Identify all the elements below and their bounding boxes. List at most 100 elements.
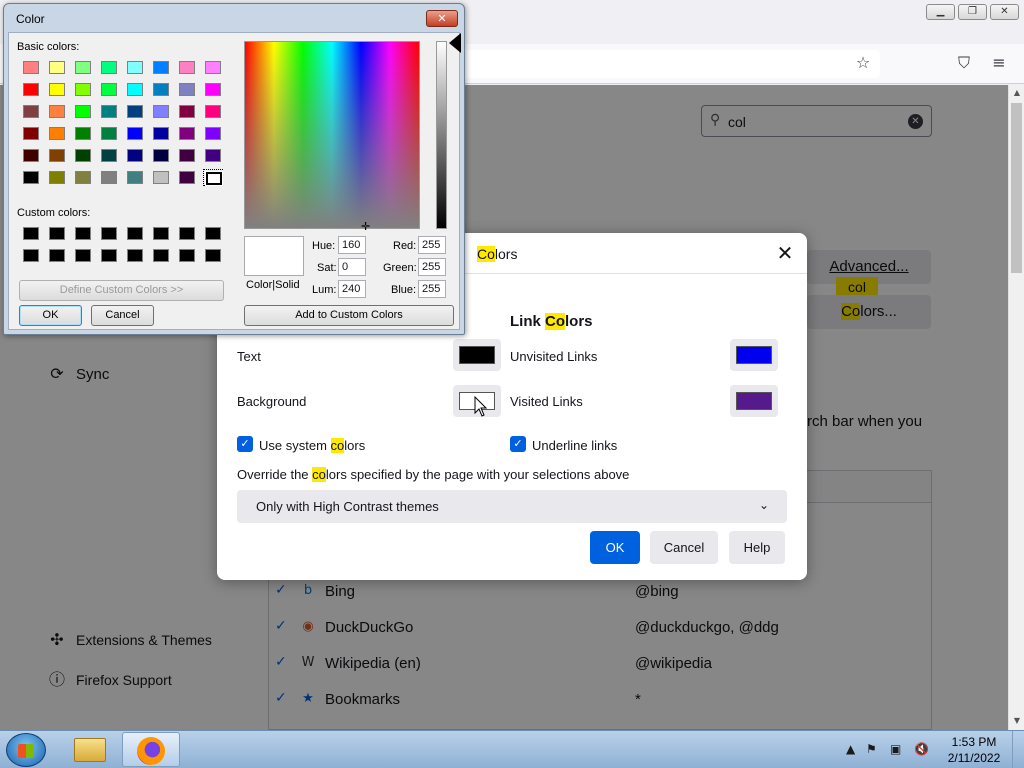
basic-color-swatch[interactable]: [47, 103, 67, 120]
use-system-colors-checkbox[interactable]: ✓: [237, 436, 253, 452]
basic-color-swatch[interactable]: [151, 103, 171, 120]
basic-color-swatch[interactable]: [125, 81, 145, 98]
add-to-custom-colors-button[interactable]: Add to Custom Colors: [244, 305, 454, 326]
custom-color-swatch[interactable]: [47, 225, 67, 242]
basic-color-swatch[interactable]: [203, 103, 223, 120]
custom-color-swatch[interactable]: [21, 247, 41, 264]
basic-color-swatch[interactable]: [73, 59, 93, 76]
custom-color-swatch[interactable]: [47, 247, 67, 264]
visited-color-button[interactable]: [730, 385, 778, 417]
basic-color-swatch[interactable]: [47, 147, 67, 164]
basic-color-swatch[interactable]: [203, 81, 223, 98]
basic-color-swatch[interactable]: [151, 59, 171, 76]
basic-color-swatch[interactable]: [125, 125, 145, 142]
ok-button[interactable]: OK: [19, 305, 82, 326]
text-color-button[interactable]: [453, 339, 501, 371]
unvisited-color-button[interactable]: [730, 339, 778, 371]
help-button[interactable]: Help: [729, 531, 785, 564]
basic-color-swatch[interactable]: [47, 81, 67, 98]
lum-field[interactable]: 240: [338, 280, 366, 298]
basic-color-swatch[interactable]: [73, 147, 93, 164]
custom-color-swatch[interactable]: [99, 247, 119, 264]
basic-color-swatch[interactable]: [177, 81, 197, 98]
taskbar-explorer[interactable]: [62, 732, 120, 767]
basic-color-swatch[interactable]: [73, 169, 93, 186]
pocket-icon[interactable]: ⛉: [953, 52, 975, 74]
close-icon[interactable]: ✕: [426, 10, 458, 27]
green-field[interactable]: 255: [418, 258, 446, 276]
basic-color-swatch[interactable]: [151, 125, 171, 142]
basic-color-swatch[interactable]: [151, 147, 171, 164]
basic-color-swatch[interactable]: [21, 59, 41, 76]
start-button[interactable]: [6, 733, 46, 767]
basic-color-swatch[interactable]: [125, 169, 145, 186]
basic-color-swatch[interactable]: [21, 169, 41, 186]
basic-color-swatch[interactable]: [99, 103, 119, 120]
basic-color-swatch[interactable]: [177, 125, 197, 142]
basic-color-swatch[interactable]: [47, 169, 67, 186]
define-custom-colors-button[interactable]: Define Custom Colors >>: [19, 280, 224, 301]
action-center-flag-icon[interactable]: ⚑: [866, 742, 877, 756]
basic-color-swatch[interactable]: [125, 103, 145, 120]
scroll-up-icon[interactable]: ▲: [1009, 85, 1024, 101]
blue-field[interactable]: 255: [418, 280, 446, 298]
basic-color-swatch[interactable]: [151, 169, 171, 186]
basic-color-swatch[interactable]: [203, 169, 223, 186]
luminosity-arrow-icon[interactable]: [449, 33, 461, 53]
basic-color-swatch[interactable]: [203, 147, 223, 164]
custom-color-swatch[interactable]: [177, 247, 197, 264]
taskbar-firefox[interactable]: [122, 732, 180, 767]
custom-color-swatch[interactable]: [177, 225, 197, 242]
hue-field[interactable]: 160: [338, 236, 366, 254]
ok-button[interactable]: OK: [590, 531, 640, 564]
color-spectrum[interactable]: ✛: [244, 41, 420, 233]
close-window-button[interactable]: ✕: [990, 4, 1019, 20]
basic-color-swatch[interactable]: [21, 125, 41, 142]
luminosity-slider[interactable]: [436, 41, 447, 229]
custom-color-swatch[interactable]: [151, 247, 171, 264]
basic-color-swatch[interactable]: [177, 59, 197, 76]
underline-links-checkbox[interactable]: ✓: [510, 436, 526, 452]
restore-button[interactable]: ❐: [958, 4, 987, 20]
custom-color-swatch[interactable]: [73, 225, 93, 242]
basic-color-swatch[interactable]: [73, 103, 93, 120]
cancel-button[interactable]: Cancel: [650, 531, 718, 564]
basic-color-swatch[interactable]: [21, 81, 41, 98]
basic-color-swatch[interactable]: [203, 59, 223, 76]
basic-color-swatch[interactable]: [73, 125, 93, 142]
cancel-button[interactable]: Cancel: [91, 305, 154, 326]
show-desktop-button[interactable]: [1012, 731, 1024, 768]
basic-color-swatch[interactable]: [125, 59, 145, 76]
basic-color-swatch[interactable]: [99, 147, 119, 164]
custom-color-swatch[interactable]: [125, 225, 145, 242]
basic-color-swatch[interactable]: [21, 103, 41, 120]
show-hidden-icons-icon[interactable]: ▲: [846, 742, 855, 756]
basic-color-swatch[interactable]: [99, 59, 119, 76]
page-scrollbar[interactable]: ▲ ▼: [1008, 85, 1024, 730]
basic-color-swatch[interactable]: [203, 125, 223, 142]
red-field[interactable]: 255: [418, 236, 446, 254]
menu-icon[interactable]: ≡: [988, 52, 1010, 74]
basic-color-swatch[interactable]: [177, 103, 197, 120]
basic-color-swatch[interactable]: [99, 81, 119, 98]
network-icon[interactable]: ▣: [890, 742, 901, 756]
basic-color-swatch[interactable]: [177, 169, 197, 186]
custom-color-swatch[interactable]: [203, 225, 223, 242]
custom-color-swatch[interactable]: [99, 225, 119, 242]
custom-color-swatch[interactable]: [203, 247, 223, 264]
basic-color-swatch[interactable]: [151, 81, 171, 98]
scroll-down-icon[interactable]: ▼: [1009, 713, 1024, 729]
custom-color-swatch[interactable]: [151, 225, 171, 242]
basic-color-swatch[interactable]: [47, 59, 67, 76]
override-colors-select[interactable]: Only with High Contrast themes ⌄: [237, 490, 787, 523]
basic-color-swatch[interactable]: [99, 169, 119, 186]
custom-color-swatch[interactable]: [73, 247, 93, 264]
clock[interactable]: 1:53 PM 2/11/2022: [944, 734, 1004, 766]
basic-color-swatch[interactable]: [125, 147, 145, 164]
close-icon[interactable]: ✕: [773, 241, 797, 265]
custom-color-swatch[interactable]: [125, 247, 145, 264]
basic-color-swatch[interactable]: [177, 147, 197, 164]
basic-color-swatch[interactable]: [21, 147, 41, 164]
basic-color-swatch[interactable]: [99, 125, 119, 142]
bookmark-star-icon[interactable]: ☆: [852, 52, 874, 74]
